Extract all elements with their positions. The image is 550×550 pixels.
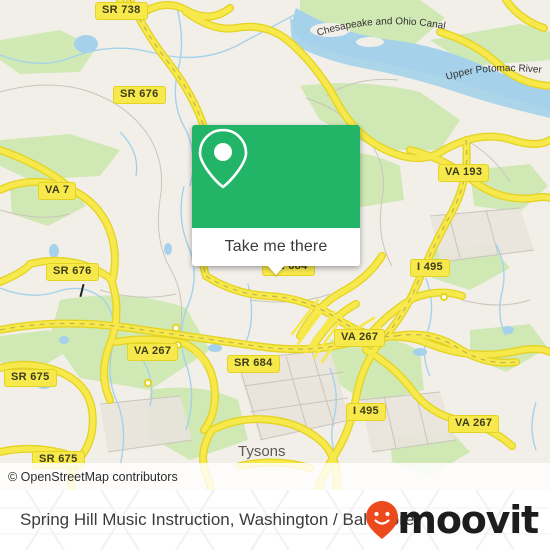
footer-bar: Spring Hill Music Instruction, Washingto…: [0, 490, 550, 550]
road-shield: I 495: [410, 259, 450, 277]
moovit-pin-smiley-icon: [366, 501, 399, 539]
popup-icon-area: [192, 125, 360, 228]
location-popup-card[interactable]: Take me there: [192, 125, 360, 275]
moovit-logo[interactable]: moovit: [365, 498, 539, 542]
osm-attribution-bar: © OpenStreetMap contributors: [0, 463, 550, 490]
road-shield: SR 675: [4, 369, 57, 387]
popup-action-area[interactable]: Take me there: [192, 228, 360, 275]
road-shield: SR 676: [113, 86, 166, 104]
road-shield: SR 676: [46, 263, 99, 281]
road-shield: I 495: [346, 403, 386, 421]
moovit-map-screenshot: Chesapeake and Ohio Canal Upper Potomac …: [0, 0, 550, 550]
road-shield: VA 7: [38, 182, 77, 200]
place-label: Tysons: [238, 443, 286, 460]
road-shield: VA 267: [448, 415, 500, 433]
page-title: Spring Hill Music Instruction, Washingto…: [20, 510, 415, 529]
moovit-wordmark: moovit: [397, 498, 539, 542]
map-pin-icon: [198, 128, 248, 189]
osm-attribution-text: © OpenStreetMap contributors: [8, 469, 178, 484]
road-shield: VA 267: [127, 343, 179, 361]
road-shield: VA 267: [334, 329, 386, 347]
road-shield: VA 193: [438, 164, 490, 182]
road-shield: SR 738: [95, 2, 148, 20]
popup-pointer-tail: [267, 265, 285, 275]
road-shield: SR 684: [227, 355, 280, 373]
map-canvas[interactable]: Chesapeake and Ohio Canal Upper Potomac …: [0, 0, 550, 490]
take-me-there-button[interactable]: Take me there: [225, 238, 328, 256]
